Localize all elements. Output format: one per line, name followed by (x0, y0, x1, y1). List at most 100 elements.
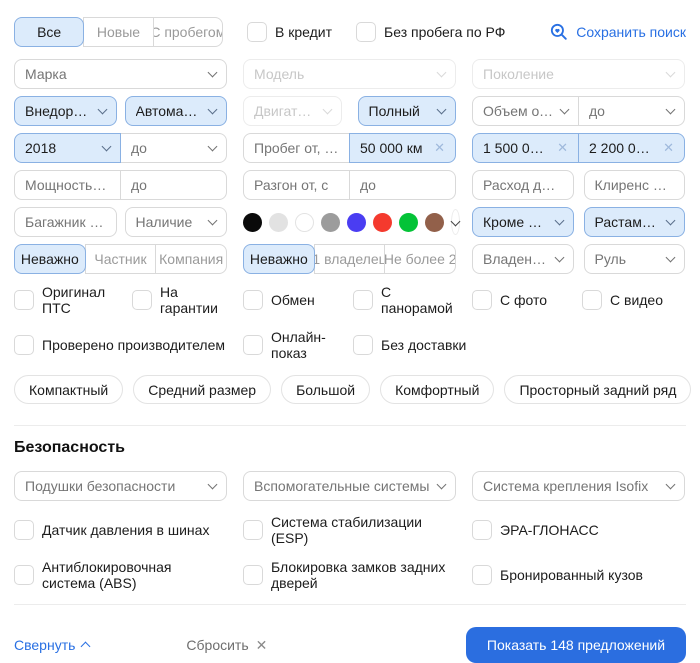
row-trunk: Багажник от, л Наличие Кроме битых Раста… (14, 207, 686, 237)
input-accel-from[interactable]: Разгон от, с (243, 170, 350, 200)
more-colors-button[interactable] (451, 209, 460, 235)
dropdown-generation[interactable]: Поколение (472, 59, 685, 89)
checkbox-warranty[interactable]: На гарантии (132, 284, 227, 316)
color-swatch-green[interactable] (399, 213, 418, 232)
seller-any[interactable]: Неважно (14, 244, 86, 274)
tab-all[interactable]: Все (14, 17, 84, 47)
chevron-down-icon (208, 216, 218, 226)
chevron-down-icon (554, 216, 564, 226)
dropdown-drive[interactable]: Полный (358, 96, 457, 126)
save-search-link[interactable]: Сохранить поиск (549, 22, 686, 42)
checkbox-esp[interactable]: Система стабилизации (ESP) (243, 514, 456, 546)
chevron-down-icon (437, 480, 447, 490)
dropdown-wheel[interactable]: Руль (584, 244, 686, 274)
seller-company[interactable]: Компания (155, 244, 227, 274)
chevron-down-icon (451, 216, 461, 226)
dropdown-ownership[interactable]: Владение (472, 244, 574, 274)
dropdown-model[interactable]: Модель (243, 59, 456, 89)
input-mileage-from[interactable]: Пробег от, км (243, 133, 350, 163)
checkbox-row-2: Проверено производителем Онлайн-показ Бе… (14, 329, 686, 361)
dropdown-transmission[interactable]: Автома... (4) (125, 96, 228, 126)
tag-large[interactable]: Большой (281, 375, 370, 404)
close-icon (256, 637, 268, 654)
dropdown-condition[interactable]: Кроме битых (472, 207, 574, 237)
acceleration-range: Разгон от, с до (243, 170, 456, 200)
seller-private[interactable]: Частник (85, 244, 157, 274)
row-seller: Неважно Частник Компания Неважно 1 владе… (14, 244, 686, 274)
checkbox-credit[interactable]: В кредит (247, 22, 332, 42)
checkbox-panorama[interactable]: С панорамой (353, 284, 456, 316)
checkbox-box (247, 22, 267, 42)
checkbox-era-glonass[interactable]: ЭРА-ГЛОНАСС (472, 520, 599, 540)
input-power-from[interactable]: Мощность от, л.с. (14, 170, 121, 200)
tag-medium[interactable]: Средний размер (133, 375, 271, 404)
dropdown-volume-to[interactable]: до (578, 96, 685, 126)
input-trunk[interactable]: Багажник от, л (14, 207, 117, 237)
color-swatch-red[interactable] (373, 213, 392, 232)
input-price-to[interactable]: 2 200 000 ₽ (578, 133, 685, 163)
checkbox-photo[interactable]: С фото (472, 290, 547, 310)
color-swatch-blue[interactable] (347, 213, 366, 232)
checkbox-armored-body[interactable]: Бронированный кузов (472, 565, 643, 585)
checkbox-abs[interactable]: Антиблокировочная система (ABS) (14, 559, 227, 591)
checkbox-box (356, 22, 376, 42)
dropdown-availability[interactable]: Наличие (125, 207, 228, 237)
dropdown-customs[interactable]: Растаможен (584, 207, 686, 237)
checkbox-box (353, 335, 373, 355)
color-swatch-white[interactable] (295, 213, 314, 232)
dropdown-year-from[interactable]: 2018 (14, 133, 121, 163)
dropdown-engine[interactable]: Двигатель (243, 96, 342, 126)
input-accel-to[interactable]: до (349, 170, 456, 200)
clear-icon[interactable] (663, 140, 674, 156)
owners-one[interactable]: 1 владелец (314, 244, 386, 274)
owners-any[interactable]: Неважно (243, 244, 315, 274)
clear-icon[interactable] (557, 140, 568, 156)
checkbox-box (243, 565, 263, 585)
input-clearance[interactable]: Клиренс от, мм (584, 170, 686, 200)
checkbox-box (472, 565, 492, 585)
color-swatches (243, 209, 456, 235)
checkbox-no-delivery[interactable]: Без доставки (353, 335, 466, 355)
input-mileage-to[interactable]: 50 000 км (349, 133, 456, 163)
clear-icon[interactable] (434, 140, 445, 156)
checkbox-video[interactable]: С видео (582, 290, 663, 310)
safety-dropdowns: Подушки безопасности Вспомогательные сис… (14, 471, 686, 501)
row-body: Внедор... (3) Автома... (4) Двигатель По… (14, 96, 686, 126)
input-price-from[interactable]: 1 500 000 ₽ (472, 133, 579, 163)
tag-compact[interactable]: Компактный (14, 375, 123, 404)
checkbox-original-pts[interactable]: Оригинал ПТС (14, 284, 124, 316)
chevron-down-icon (208, 68, 218, 78)
checkbox-exchange[interactable]: Обмен (243, 290, 315, 310)
tab-used[interactable]: С пробегом (153, 17, 223, 47)
tab-new[interactable]: Новые (83, 17, 153, 47)
checkbox-tpms[interactable]: Датчик давления в шинах (14, 520, 209, 540)
checkbox-box (243, 335, 263, 355)
checkbox-no-run-rf[interactable]: Без пробега по РФ (356, 22, 505, 42)
chevron-down-icon (666, 68, 676, 78)
dropdown-marka[interactable]: Марка (14, 59, 227, 89)
tag-spacious-rear[interactable]: Просторный задний ряд (504, 375, 691, 404)
dropdown-isofix[interactable]: Система крепления Isofix (472, 471, 685, 501)
checkbox-box (243, 290, 263, 310)
dropdown-volume-from[interactable]: Объем от, л (472, 96, 579, 126)
input-consumption[interactable]: Расход до, л (472, 170, 574, 200)
color-swatch-black[interactable] (243, 213, 262, 232)
owners-max-two[interactable]: Не более 2 (384, 244, 456, 274)
color-swatch-brown[interactable] (425, 213, 444, 232)
dropdown-assist-systems[interactable]: Вспомогательные системы (243, 471, 456, 501)
checkbox-online-show[interactable]: Онлайн-показ (243, 329, 353, 361)
footer-bar: Свернуть Сбросить Показать 148 предложен… (14, 627, 686, 663)
input-power-to[interactable]: до (120, 170, 227, 200)
search-heart-icon (549, 22, 569, 42)
tag-comfortable[interactable]: Комфортный (380, 375, 494, 404)
checkbox-verified[interactable]: Проверено производителем (14, 335, 225, 355)
show-results-button[interactable]: Показать 148 предложений (466, 627, 686, 663)
reset-link[interactable]: Сбросить (186, 637, 267, 654)
dropdown-airbags[interactable]: Подушки безопасности (14, 471, 227, 501)
dropdown-body-type[interactable]: Внедор... (3) (14, 96, 117, 126)
color-swatch-gray[interactable] (321, 213, 340, 232)
collapse-link[interactable]: Свернуть (14, 637, 89, 653)
color-swatch-silver[interactable] (269, 213, 288, 232)
dropdown-year-to[interactable]: до (120, 133, 227, 163)
checkbox-rear-door-lock[interactable]: Блокировка замков задних дверей (243, 559, 456, 591)
